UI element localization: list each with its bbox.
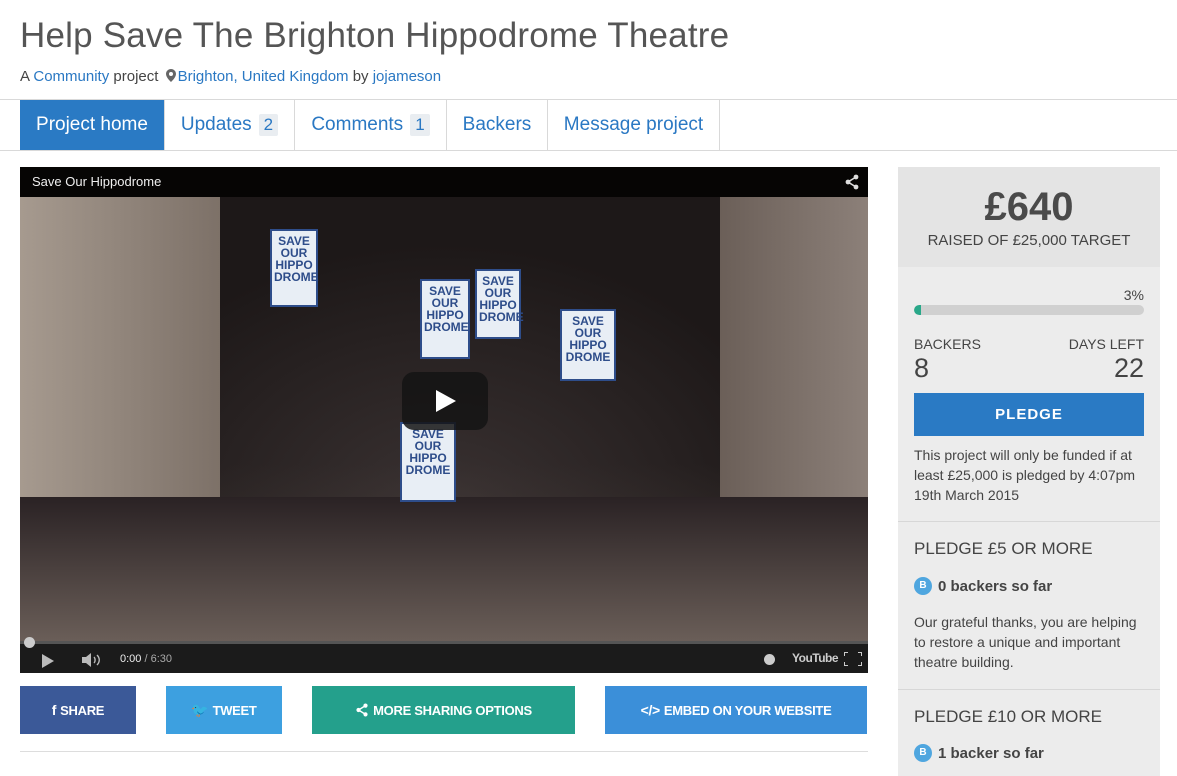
backers-label: BACKERS — [914, 336, 981, 352]
tab-updates[interactable]: Updates 2 — [165, 100, 295, 150]
raised-amount: £640 — [984, 185, 1074, 229]
project-tabs: Project home Updates 2 Comments 1 Backer… — [0, 99, 1177, 151]
video-building-right — [720, 197, 868, 497]
progress-knob[interactable] — [24, 637, 35, 648]
author-link[interactable]: jojameson — [373, 68, 441, 85]
video-protest-sign: SAVE OUR HIPPO DROME — [400, 422, 456, 502]
category-link[interactable]: Community — [33, 68, 109, 85]
funding-progress-bar — [914, 305, 1144, 315]
meta-by: by — [352, 68, 369, 85]
reward-backers-text: 0 backers so far — [938, 577, 1053, 595]
tab-backers[interactable]: Backers — [447, 100, 548, 150]
location-pin-icon — [165, 69, 176, 82]
tab-label: Message project — [563, 114, 704, 135]
reward-title[interactable]: PLEDGE £5 OR MORE — [914, 539, 1093, 559]
share-icon[interactable] — [844, 174, 860, 190]
tab-label: Backers — [462, 114, 532, 135]
share-label: SHARE — [60, 702, 105, 718]
tab-count: 2 — [258, 114, 279, 136]
facebook-icon: f — [51, 702, 57, 718]
twitter-bird-icon: 🐦 — [191, 701, 209, 718]
video-building-left — [20, 197, 220, 497]
meta-prefix: A — [20, 68, 30, 85]
backers-count: 8 — [914, 353, 930, 383]
reward-description: Our grateful thanks, you are helping to … — [914, 614, 1137, 670]
meta-mid: project — [113, 68, 159, 85]
divider — [898, 521, 1160, 522]
raised-label: RAISED OF £25,000 TARGET — [927, 232, 1131, 249]
embed-button[interactable]: </> EMBED ON YOUR WEBSITE — [605, 686, 867, 734]
video-protest-sign: SAVE OUR HIPPO DROME — [560, 309, 616, 381]
video-controls: 0:00 / 6:30 YouTube — [20, 637, 868, 673]
youtube-logo[interactable]: YouTube — [792, 651, 839, 665]
play-icon[interactable] — [42, 654, 54, 668]
tab-message-project[interactable]: Message project — [548, 100, 720, 150]
backer-badge-icon: B — [914, 577, 932, 595]
video-time: 0:00 / 6:30 — [120, 653, 172, 665]
video-player[interactable]: SAVE OUR HIPPO DROME SAVE OUR HIPPO DROM… — [20, 167, 868, 673]
funding-percent: 3% — [1123, 287, 1144, 303]
days-left-label: DAYS LEFT — [1068, 336, 1144, 352]
project-meta: A Community project Brighton, United Kin… — [20, 68, 441, 85]
share-nodes-icon — [356, 703, 368, 717]
divider — [20, 751, 868, 752]
funding-progress-fill — [914, 305, 921, 315]
page-title: Help Save The Brighton Hippodrome Theatr… — [20, 16, 730, 55]
fullscreen-icon[interactable] — [844, 652, 862, 666]
play-button[interactable] — [402, 372, 488, 430]
raised-panel: £640 RAISED OF £25,000 TARGET — [898, 167, 1160, 267]
reward-backers: B 1 backer so far — [914, 744, 1044, 762]
backer-badge-icon: B — [914, 744, 932, 762]
embed-label: EMBED ON YOUR WEBSITE — [663, 702, 832, 718]
tab-label: Comments — [311, 114, 404, 135]
tweet-label: TWEET — [212, 702, 257, 718]
tab-count: 1 — [410, 114, 430, 136]
video-protest-sign: SAVE OUR HIPPO DROME — [420, 279, 470, 359]
tab-label: Updates — [180, 114, 252, 135]
reward-backers: B 0 backers so far — [914, 577, 1052, 595]
video-progress-bar[interactable] — [20, 637, 868, 648]
reward-backers-text: 1 backer so far — [938, 744, 1044, 762]
reward-title[interactable]: PLEDGE £10 OR MORE — [914, 707, 1102, 727]
facebook-share-button[interactable]: f SHARE — [20, 686, 136, 734]
divider — [898, 689, 1160, 690]
funding-note: This project will only be funded if at l… — [914, 447, 1136, 503]
funding-sidebar: £640 RAISED OF £25,000 TARGET 3% BACKERS… — [898, 167, 1160, 776]
video-crowd — [20, 497, 868, 641]
video-title: Save Our Hippodrome — [32, 174, 162, 189]
more-sharing-button[interactable]: MORE SHARING OPTIONS — [312, 686, 575, 734]
tab-project-home[interactable]: Project home — [20, 100, 165, 150]
video-protest-sign: SAVE OUR HIPPO DROME — [270, 229, 319, 307]
current-time: 0:00 — [120, 653, 142, 665]
location-link[interactable]: Brighton, United Kingdom — [178, 68, 349, 85]
more-sharing-label: MORE SHARING OPTIONS — [373, 702, 532, 718]
tweet-button[interactable]: 🐦 TWEET — [166, 686, 282, 734]
days-left-count: 22 — [1113, 353, 1144, 383]
tab-comments[interactable]: Comments 1 — [295, 100, 447, 150]
duration: / 6:30 — [144, 653, 173, 665]
volume-icon[interactable] — [82, 653, 102, 667]
pledge-button[interactable]: PLEDGE — [914, 393, 1144, 436]
video-title-bar: Save Our Hippodrome — [20, 167, 868, 197]
tab-label: Project home — [36, 114, 148, 135]
video-protest-sign: SAVE OUR HIPPO DROME — [475, 269, 524, 339]
watch-later-icon[interactable] — [764, 654, 775, 665]
code-icon: </> — [640, 702, 661, 718]
